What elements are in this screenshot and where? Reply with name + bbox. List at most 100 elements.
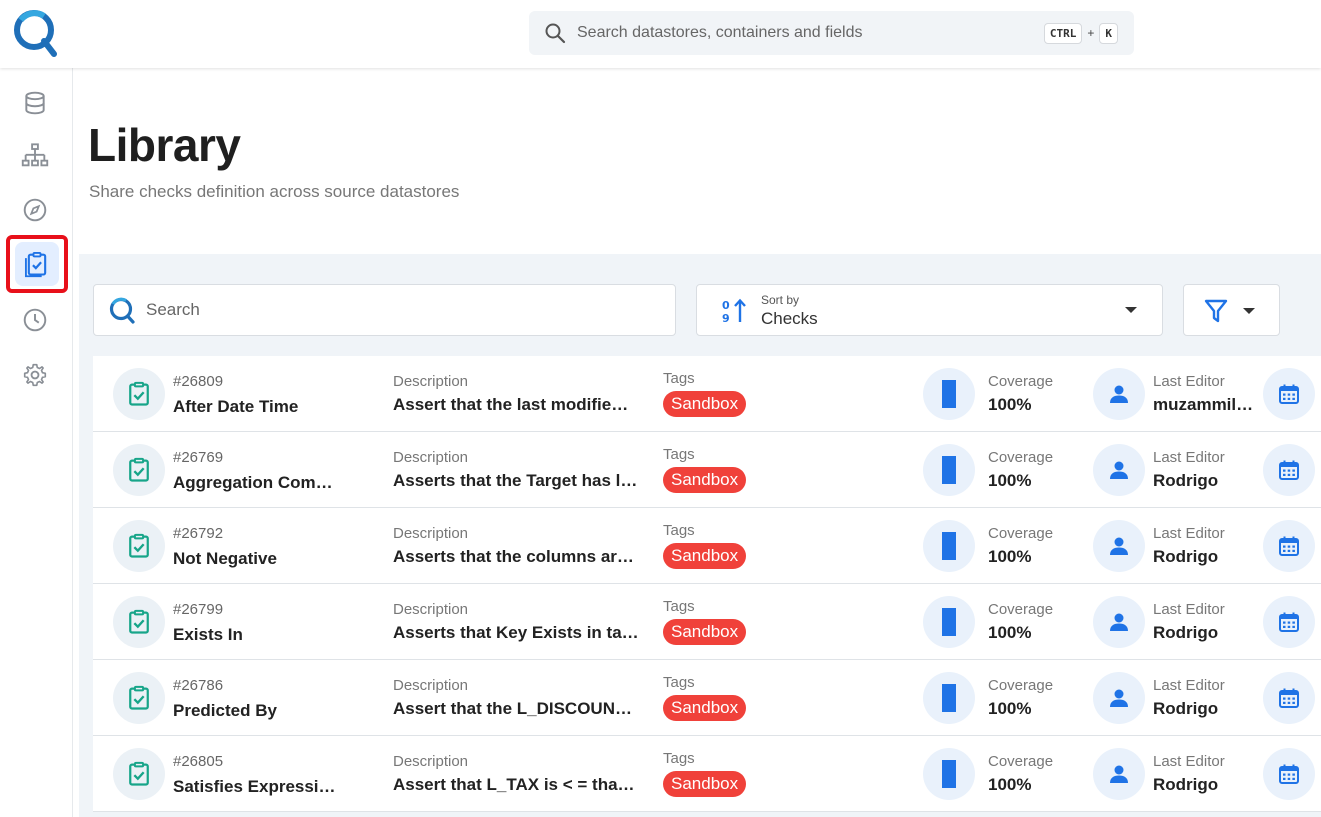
description-label: Description bbox=[393, 525, 469, 542]
coverage-label: Coverage bbox=[988, 449, 1054, 466]
tag-badge[interactable]: Sandbox bbox=[663, 619, 747, 645]
table-row[interactable]: #26809 After Date Time Description Asser… bbox=[93, 356, 1321, 432]
clock-icon bbox=[23, 308, 47, 332]
clipboard-check-icon bbox=[129, 609, 149, 634]
filter-button[interactable] bbox=[1183, 284, 1280, 336]
coverage-bar bbox=[942, 532, 956, 560]
last-editor-value: Rodrigo bbox=[1153, 547, 1219, 566]
sidebar-item-settings[interactable] bbox=[17, 357, 53, 393]
check-icon-badge bbox=[113, 596, 165, 648]
gear-icon bbox=[23, 363, 47, 387]
editor-avatar bbox=[1093, 444, 1145, 496]
coverage-badge bbox=[923, 596, 975, 648]
coverage-badge bbox=[923, 748, 975, 800]
sidebar-item-library[interactable] bbox=[6, 235, 68, 293]
description-label: Description bbox=[393, 753, 469, 770]
check-id: #26799 bbox=[173, 601, 224, 618]
sidebar-item-activity[interactable] bbox=[17, 302, 53, 338]
coverage-badge bbox=[923, 520, 975, 572]
editor-avatar bbox=[1093, 596, 1145, 648]
editor-avatar bbox=[1093, 368, 1145, 420]
description-value: Asserts that Key Exists in ta… bbox=[393, 623, 639, 642]
search-icon bbox=[545, 23, 566, 44]
check-icon-badge bbox=[113, 444, 165, 496]
sort-by-value: Checks bbox=[761, 309, 818, 328]
qualytics-logo-icon[interactable] bbox=[12, 8, 58, 58]
library-search-input[interactable]: Search bbox=[93, 284, 676, 336]
calendar-badge[interactable] bbox=[1263, 444, 1315, 496]
user-icon bbox=[1110, 461, 1128, 479]
last-editor-value: Rodrigo bbox=[1153, 623, 1219, 642]
library-search-placeholder: Search bbox=[146, 300, 200, 319]
editor-avatar bbox=[1093, 748, 1145, 800]
coverage-value: 100% bbox=[988, 471, 1032, 490]
description-label: Description bbox=[393, 373, 469, 390]
filter-icon bbox=[1204, 299, 1228, 323]
check-name[interactable]: Aggregation Com… bbox=[173, 473, 333, 493]
tags-label: Tags bbox=[663, 446, 695, 463]
coverage-label: Coverage bbox=[988, 601, 1054, 618]
calendar-icon bbox=[1279, 764, 1299, 784]
coverage-value: 100% bbox=[988, 699, 1032, 718]
caret-down-icon bbox=[1243, 308, 1255, 314]
user-icon bbox=[1110, 765, 1128, 783]
sort-numeric-icon: 0 9 bbox=[722, 298, 746, 325]
user-icon bbox=[1110, 613, 1128, 631]
calendar-badge[interactable] bbox=[1263, 748, 1315, 800]
global-search-placeholder: Search datastores, containers and fields bbox=[577, 24, 863, 41]
check-name[interactable]: Predicted By bbox=[173, 701, 277, 721]
tags-label: Tags bbox=[663, 750, 695, 767]
calendar-icon bbox=[1279, 536, 1299, 556]
check-id: #26786 bbox=[173, 677, 224, 694]
check-id: #26805 bbox=[173, 753, 224, 770]
global-search-bar[interactable]: Search datastores, containers and fields… bbox=[529, 11, 1134, 55]
clipboard-check-icon bbox=[129, 381, 149, 406]
table-row[interactable]: #26786 Predicted By Description Assert t… bbox=[93, 660, 1321, 736]
coverage-value: 100% bbox=[988, 395, 1032, 414]
coverage-badge bbox=[923, 672, 975, 724]
tag-badge[interactable]: Sandbox bbox=[663, 467, 747, 493]
shortcut-k-key: K bbox=[1099, 22, 1118, 44]
svg-text:0: 0 bbox=[722, 299, 730, 312]
last-editor-label: Last Editor bbox=[1153, 601, 1225, 618]
sidebar-item-explore[interactable] bbox=[17, 138, 53, 174]
description-value: Asserts that the columns ar… bbox=[393, 547, 634, 566]
table-row[interactable]: #26769 Aggregation Com… Description Asse… bbox=[93, 432, 1321, 508]
tags-label: Tags bbox=[663, 370, 695, 387]
editor-avatar bbox=[1093, 672, 1145, 724]
clipboard-check-icon bbox=[129, 457, 149, 482]
table-row[interactable]: #26792 Not Negative Description Asserts … bbox=[93, 508, 1321, 584]
last-editor-value: Rodrigo bbox=[1153, 471, 1219, 490]
coverage-value: 100% bbox=[988, 623, 1032, 642]
sort-by-dropdown[interactable]: 0 9 Sort by Checks bbox=[696, 284, 1163, 336]
calendar-badge[interactable] bbox=[1263, 368, 1315, 420]
user-icon bbox=[1110, 385, 1128, 403]
shortcut-ctrl-key: CTRL bbox=[1043, 22, 1083, 44]
tag-badge[interactable]: Sandbox bbox=[663, 695, 747, 721]
checks-list: #26809 After Date Time Description Asser… bbox=[93, 356, 1321, 812]
library-active-highlight bbox=[15, 242, 59, 286]
description-value: Asserts that the Target has l… bbox=[393, 471, 638, 490]
sidebar-item-discover[interactable] bbox=[17, 192, 53, 228]
check-name[interactable]: Satisfies Expressi… bbox=[173, 777, 336, 797]
tag-badge[interactable]: Sandbox bbox=[663, 771, 747, 797]
check-icon-badge bbox=[113, 368, 165, 420]
check-id: #26809 bbox=[173, 373, 224, 390]
tag-badge[interactable]: Sandbox bbox=[663, 391, 747, 417]
tag-badge[interactable]: Sandbox bbox=[663, 543, 747, 569]
tags-label: Tags bbox=[663, 522, 695, 539]
table-row[interactable]: #26805 Satisfies Expressi… Description A… bbox=[93, 736, 1321, 812]
last-editor-value: Rodrigo bbox=[1153, 775, 1219, 794]
description-label: Description bbox=[393, 601, 469, 618]
sidebar-item-datastores[interactable] bbox=[17, 85, 53, 121]
calendar-badge[interactable] bbox=[1263, 596, 1315, 648]
coverage-label: Coverage bbox=[988, 373, 1054, 390]
check-name[interactable]: Exists In bbox=[173, 625, 243, 645]
table-row[interactable]: #26799 Exists In Description Asserts tha… bbox=[93, 584, 1321, 660]
top-bar: Search datastores, containers and fields… bbox=[0, 0, 1321, 68]
clipboard-check-icon bbox=[129, 533, 149, 558]
calendar-badge[interactable] bbox=[1263, 672, 1315, 724]
check-name[interactable]: After Date Time bbox=[173, 397, 298, 417]
calendar-badge[interactable] bbox=[1263, 520, 1315, 572]
check-name[interactable]: Not Negative bbox=[173, 549, 277, 569]
